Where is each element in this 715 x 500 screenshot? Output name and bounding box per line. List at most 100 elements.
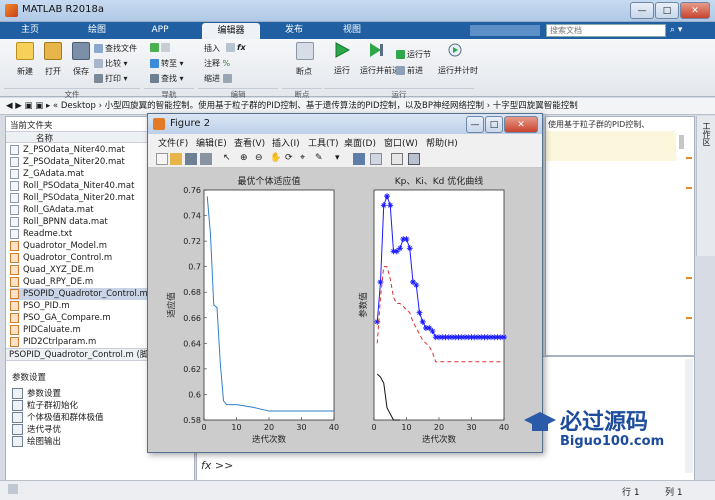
graduation-cap-icon (524, 412, 556, 431)
insert-section-icon (226, 43, 235, 52)
run-icon (335, 42, 351, 58)
pointer-icon[interactable]: ↖ (223, 153, 235, 165)
insert-button[interactable]: 插入 (204, 43, 220, 54)
print-icon (94, 74, 103, 83)
figure-logo-icon (153, 118, 165, 130)
zoom-in-icon[interactable]: ⊕ (240, 153, 252, 165)
close-button[interactable]: ✕ (680, 2, 710, 19)
rotate-icon[interactable]: ⟳ (285, 153, 297, 165)
name-column[interactable]: 名称 (36, 132, 53, 144)
section-item[interactable]: 绘图输出 (12, 435, 61, 447)
section-item[interactable]: 迭代寻优 (12, 423, 61, 435)
figure-canvas[interactable]: 0 10 20 30 40 0.58 0.6 0.62 0.64 0.66 0.68 0.7 0.72 0… (148, 168, 542, 452)
figure-title-bar[interactable]: Figure 2 — □ ✕ (148, 114, 542, 134)
editor-scrollbar[interactable] (679, 135, 684, 149)
figure-menu-item[interactable]: 桌面(D) (344, 136, 376, 149)
run-advance-icon (370, 43, 383, 57)
tab-home[interactable]: 主页 (8, 22, 52, 39)
compare-button[interactable]: 比较 ▾ (94, 58, 128, 69)
charts-svg: 0 10 20 30 40 0.58 0.6 0.62 0.64 0.66 0.68 0.7 0.72 0… (166, 175, 509, 445)
warning-marker[interactable] (686, 317, 692, 319)
insert-icons[interactable]: fx (226, 43, 246, 52)
data-cursor-icon[interactable]: ⌖ (300, 153, 312, 165)
section-item[interactable]: 个体极值和群体极值 (12, 411, 104, 423)
watermark-url: Biguo100.com (560, 434, 665, 449)
tab-apps[interactable]: APP (138, 22, 182, 39)
tab-publish[interactable]: 发布 (272, 22, 316, 39)
m-file-icon (10, 276, 19, 287)
figure-window[interactable]: Figure 2 — □ ✕ 文件(F) 编辑(E) 查看(V) 插入(I) 工具(T)… (147, 113, 543, 453)
open-button[interactable]: 打开 (38, 42, 68, 77)
run-advance-label: 运行并前进 (360, 66, 400, 75)
colorbar-icon[interactable] (353, 153, 365, 165)
compare-icon (94, 59, 103, 68)
command-prompt[interactable]: fx >> (201, 459, 233, 472)
link-icon[interactable]: ▾ (335, 153, 347, 165)
fx-button[interactable]: fx (237, 43, 246, 52)
workspace-sidebar[interactable]: 工作区 (696, 116, 715, 256)
y-tick-label: 0.64 (183, 339, 201, 348)
mat-file-icon (10, 192, 19, 203)
run-group-label: 运行 (324, 88, 474, 99)
find-button[interactable]: 查找 ▾ (150, 73, 184, 84)
pan-icon[interactable]: ✋ (270, 153, 282, 165)
search-input[interactable]: 搜索文档 (546, 24, 666, 37)
section-item[interactable]: 参数设置 (12, 387, 61, 399)
minimize-button[interactable]: — (630, 2, 654, 19)
x-tick-label: 10 (401, 423, 411, 432)
zoom-out-icon[interactable]: ⊖ (255, 153, 267, 165)
open-file-icon[interactable] (170, 153, 182, 165)
run-advance-button[interactable]: 运行并前进 (360, 42, 400, 76)
new-figure-icon[interactable] (156, 153, 168, 165)
address-nav-icons[interactable]: ◀ ▶ ▣ ▣ ▸ (0, 101, 50, 111)
figure-menu-item[interactable]: 插入(I) (272, 136, 300, 149)
save-figure-icon[interactable] (185, 153, 197, 165)
run-button[interactable]: 运行 (328, 42, 356, 76)
file-name: Quadrotor_Control.m (23, 253, 113, 263)
quick-access-toolbar[interactable] (470, 25, 540, 36)
maximize-button[interactable]: □ (655, 2, 679, 19)
run-time-button[interactable]: 运行并计时 (438, 42, 478, 76)
warning-marker[interactable] (686, 187, 692, 189)
figure-menu-item[interactable]: 编辑(E) (196, 136, 227, 149)
figure-menu-item[interactable]: 帮助(H) (426, 136, 458, 149)
new-button[interactable]: 新建 (10, 42, 40, 77)
show-tools-icon[interactable] (408, 153, 420, 165)
editor-panel[interactable]: 使用基于粒子群的PID控制、 (545, 116, 695, 356)
print-figure-icon[interactable] (200, 153, 212, 165)
warning-marker[interactable] (686, 157, 692, 159)
figure-minimize-button[interactable]: — (466, 116, 484, 133)
section-item[interactable]: 粒子群初始化 (12, 399, 78, 411)
figure-menu-item[interactable]: 窗口(W) (384, 136, 418, 149)
breakpoints-button[interactable]: 断点 (288, 42, 320, 77)
tab-editor[interactable]: 编辑器 (202, 23, 260, 39)
figure-menu-item[interactable]: 工具(T) (308, 136, 339, 149)
save-button[interactable]: 保存 (66, 42, 96, 77)
breakpoints-group-label: 断点 (282, 88, 322, 99)
search-icon[interactable]: ⌕ ▾ (670, 25, 710, 36)
tab-plots[interactable]: 绘图 (75, 22, 119, 39)
print-button[interactable]: 打印 ▾ (94, 73, 128, 84)
comment-button[interactable]: 注释 % (204, 58, 230, 69)
warning-marker[interactable] (686, 277, 692, 279)
find-files-button[interactable]: 查找文件 (94, 43, 137, 54)
current-folder-header: 当前文件夹 (10, 121, 53, 131)
nav-arrows[interactable] (150, 43, 172, 52)
figure-menu-item[interactable]: 查看(V) (234, 136, 265, 149)
brush-icon[interactable]: ✎ (315, 153, 327, 165)
advance-button[interactable]: 前进 (396, 65, 423, 76)
run-section-button[interactable]: 运行节 (396, 49, 431, 60)
figure-maximize-button[interactable]: □ (485, 116, 503, 133)
indent-button[interactable]: 缩进 (204, 73, 234, 84)
legend-icon[interactable] (370, 153, 382, 165)
figure-close-button[interactable]: ✕ (504, 116, 538, 133)
advance-icon (396, 66, 405, 75)
workspace-tab[interactable]: 工作区 (701, 122, 712, 146)
address-path[interactable]: « Desktop › 小型四旋翼的智能控制。使用基于粒子群的PID控制、基于遗… (53, 101, 578, 111)
figure-menu-item[interactable]: 文件(F) (158, 136, 188, 149)
back-arrow-icon (150, 43, 159, 52)
goto-button[interactable]: 转至 ▾ (150, 58, 184, 69)
hide-tools-icon[interactable] (391, 153, 403, 165)
editor-snippet: 使用基于粒子群的PID控制、 (548, 120, 650, 129)
tab-view[interactable]: 视图 (330, 22, 374, 39)
